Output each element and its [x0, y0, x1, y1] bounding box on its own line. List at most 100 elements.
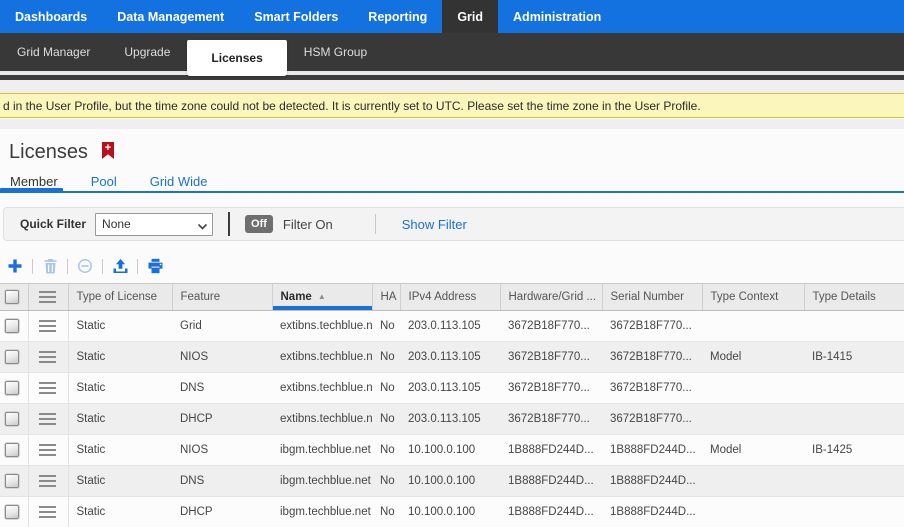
cell-name: extibns.techblue.net: [272, 342, 372, 373]
subnav-item-grid-manager[interactable]: Grid Manager: [0, 33, 107, 71]
nav-item-reporting[interactable]: Reporting: [353, 0, 442, 33]
cell-ipv4: 10.100.0.100: [400, 435, 500, 466]
cell-ipv4: 203.0.113.105: [400, 404, 500, 435]
sort-ascending-icon: ▲: [318, 292, 326, 301]
select-all-checkbox[interactable]: [5, 290, 19, 304]
table-row[interactable]: Static NIOS ibgm.techblue.net No 10.100.…: [0, 435, 904, 466]
column-header-serial-number[interactable]: Serial Number: [602, 284, 702, 311]
nav-item-grid[interactable]: Grid: [442, 0, 498, 33]
menu-icon[interactable]: [39, 444, 56, 456]
nav-item-smart-folders[interactable]: Smart Folders: [239, 0, 353, 33]
menu-icon[interactable]: [39, 506, 56, 518]
column-header-type-of-license[interactable]: Type of License: [68, 284, 172, 311]
subnav-item-upgrade[interactable]: Upgrade: [107, 33, 187, 71]
licenses-table: Type of License Feature Name▲ HA IPv4 Ad…: [0, 283, 904, 527]
menu-icon[interactable]: [39, 320, 56, 332]
row-checkbox[interactable]: [5, 350, 19, 364]
background-band: [0, 80, 904, 93]
table-row[interactable]: Static NIOS extibns.techblue.net No 203.…: [0, 342, 904, 373]
cell-name: ibgm.techblue.net: [272, 466, 372, 497]
cell-ha: No: [372, 435, 400, 466]
cell-feature: DHCP: [172, 497, 272, 527]
cell-type-details: [804, 373, 904, 404]
menu-icon[interactable]: [39, 382, 56, 394]
print-icon[interactable]: [145, 256, 165, 276]
column-header-type-details[interactable]: Type Details: [804, 284, 904, 311]
toolbar-separator: [137, 259, 138, 274]
cell-ipv4: 203.0.113.105: [400, 373, 500, 404]
row-menu-cell: [28, 342, 68, 373]
delete-icon[interactable]: [40, 256, 60, 276]
cell-type-context: [702, 404, 804, 435]
cell-ipv4: 203.0.113.105: [400, 311, 500, 342]
cell-type-details: [804, 466, 904, 497]
table-row[interactable]: Static DNS extibns.techblue.net No 203.0…: [0, 373, 904, 404]
row-menu-header: [28, 284, 68, 311]
nav-item-data-management[interactable]: Data Management: [102, 0, 239, 33]
filter-toggle-button[interactable]: Off: [245, 215, 273, 233]
cell-serial: 1B888FD244D...: [602, 497, 702, 527]
table-toolbar: [5, 252, 165, 280]
bookmark-icon[interactable]: [102, 142, 114, 159]
select-all-header: [0, 284, 28, 311]
subnav-divider-strip: [0, 75, 904, 80]
tabs-underline: [0, 191, 904, 193]
row-menu-cell: [28, 373, 68, 404]
quick-filter-select[interactable]: None: [95, 213, 213, 236]
cell-type-context: [702, 373, 804, 404]
add-icon[interactable]: [5, 256, 25, 276]
cell-type-context: Model: [702, 342, 804, 373]
cell-serial: 3672B18F770...: [602, 342, 702, 373]
cell-type-context: Model: [702, 435, 804, 466]
menu-icon[interactable]: [39, 291, 56, 303]
row-select-cell: [0, 311, 28, 342]
toolbar-separator: [102, 259, 103, 274]
background-band: [0, 119, 904, 129]
column-header-name[interactable]: Name▲: [272, 284, 372, 311]
cell-type-context: [702, 466, 804, 497]
nav-item-administration[interactable]: Administration: [498, 0, 616, 33]
cell-feature: DNS: [172, 373, 272, 404]
row-checkbox[interactable]: [5, 505, 19, 519]
menu-icon[interactable]: [39, 475, 56, 487]
cell-hardware: 1B888FD244D...: [500, 497, 602, 527]
cell-serial: 1B888FD244D...: [602, 435, 702, 466]
grid-subnav: Grid Manager Upgrade Licenses HSM Group: [0, 33, 904, 71]
row-checkbox[interactable]: [5, 443, 19, 457]
cell-ha: No: [372, 466, 400, 497]
export-upload-icon[interactable]: [110, 256, 130, 276]
row-checkbox[interactable]: [5, 381, 19, 395]
table-row[interactable]: Static DHCP extibns.techblue.net No 203.…: [0, 404, 904, 435]
cell-hardware: 3672B18F770...: [500, 311, 602, 342]
column-header-feature[interactable]: Feature: [172, 284, 272, 311]
subnav-item-hsm-group[interactable]: HSM Group: [287, 33, 384, 71]
cell-name: ibgm.techblue.net: [272, 435, 372, 466]
column-header-ipv4-address[interactable]: IPv4 Address: [400, 284, 500, 311]
table-row[interactable]: Static DNS ibgm.techblue.net No 10.100.0…: [0, 466, 904, 497]
menu-icon[interactable]: [39, 413, 56, 425]
page-title: Licenses: [9, 141, 88, 164]
column-header-type-context[interactable]: Type Context: [702, 284, 804, 311]
cell-name: extibns.techblue.net: [272, 373, 372, 404]
main-nav: Dashboards Data Management Smart Folders…: [0, 0, 904, 33]
cell-feature: Grid: [172, 311, 272, 342]
row-checkbox[interactable]: [5, 319, 19, 333]
column-header-ha[interactable]: HA: [372, 284, 400, 311]
column-header-hardware-grid[interactable]: Hardware/Grid ...: [500, 284, 602, 311]
cell-name: extibns.techblue.net: [272, 404, 372, 435]
filter-on-label: Filter On: [283, 217, 333, 232]
cell-hardware: 3672B18F770...: [500, 342, 602, 373]
menu-icon[interactable]: [39, 351, 56, 363]
table-row[interactable]: Static DHCP ibgm.techblue.net No 10.100.…: [0, 497, 904, 527]
cell-hardware: 1B888FD244D...: [500, 435, 602, 466]
warning-text: d in the User Profile, but the time zone…: [3, 99, 701, 113]
table-row[interactable]: Static Grid extibns.techblue.net No 203.…: [0, 311, 904, 342]
subnav-item-licenses[interactable]: Licenses: [187, 40, 286, 76]
disable-icon[interactable]: [75, 256, 95, 276]
show-filter-link[interactable]: Show Filter: [402, 217, 467, 232]
cell-type-context: [702, 497, 804, 527]
cell-feature: DHCP: [172, 404, 272, 435]
row-checkbox[interactable]: [5, 474, 19, 488]
nav-item-dashboards[interactable]: Dashboards: [0, 0, 102, 33]
row-checkbox[interactable]: [5, 412, 19, 426]
